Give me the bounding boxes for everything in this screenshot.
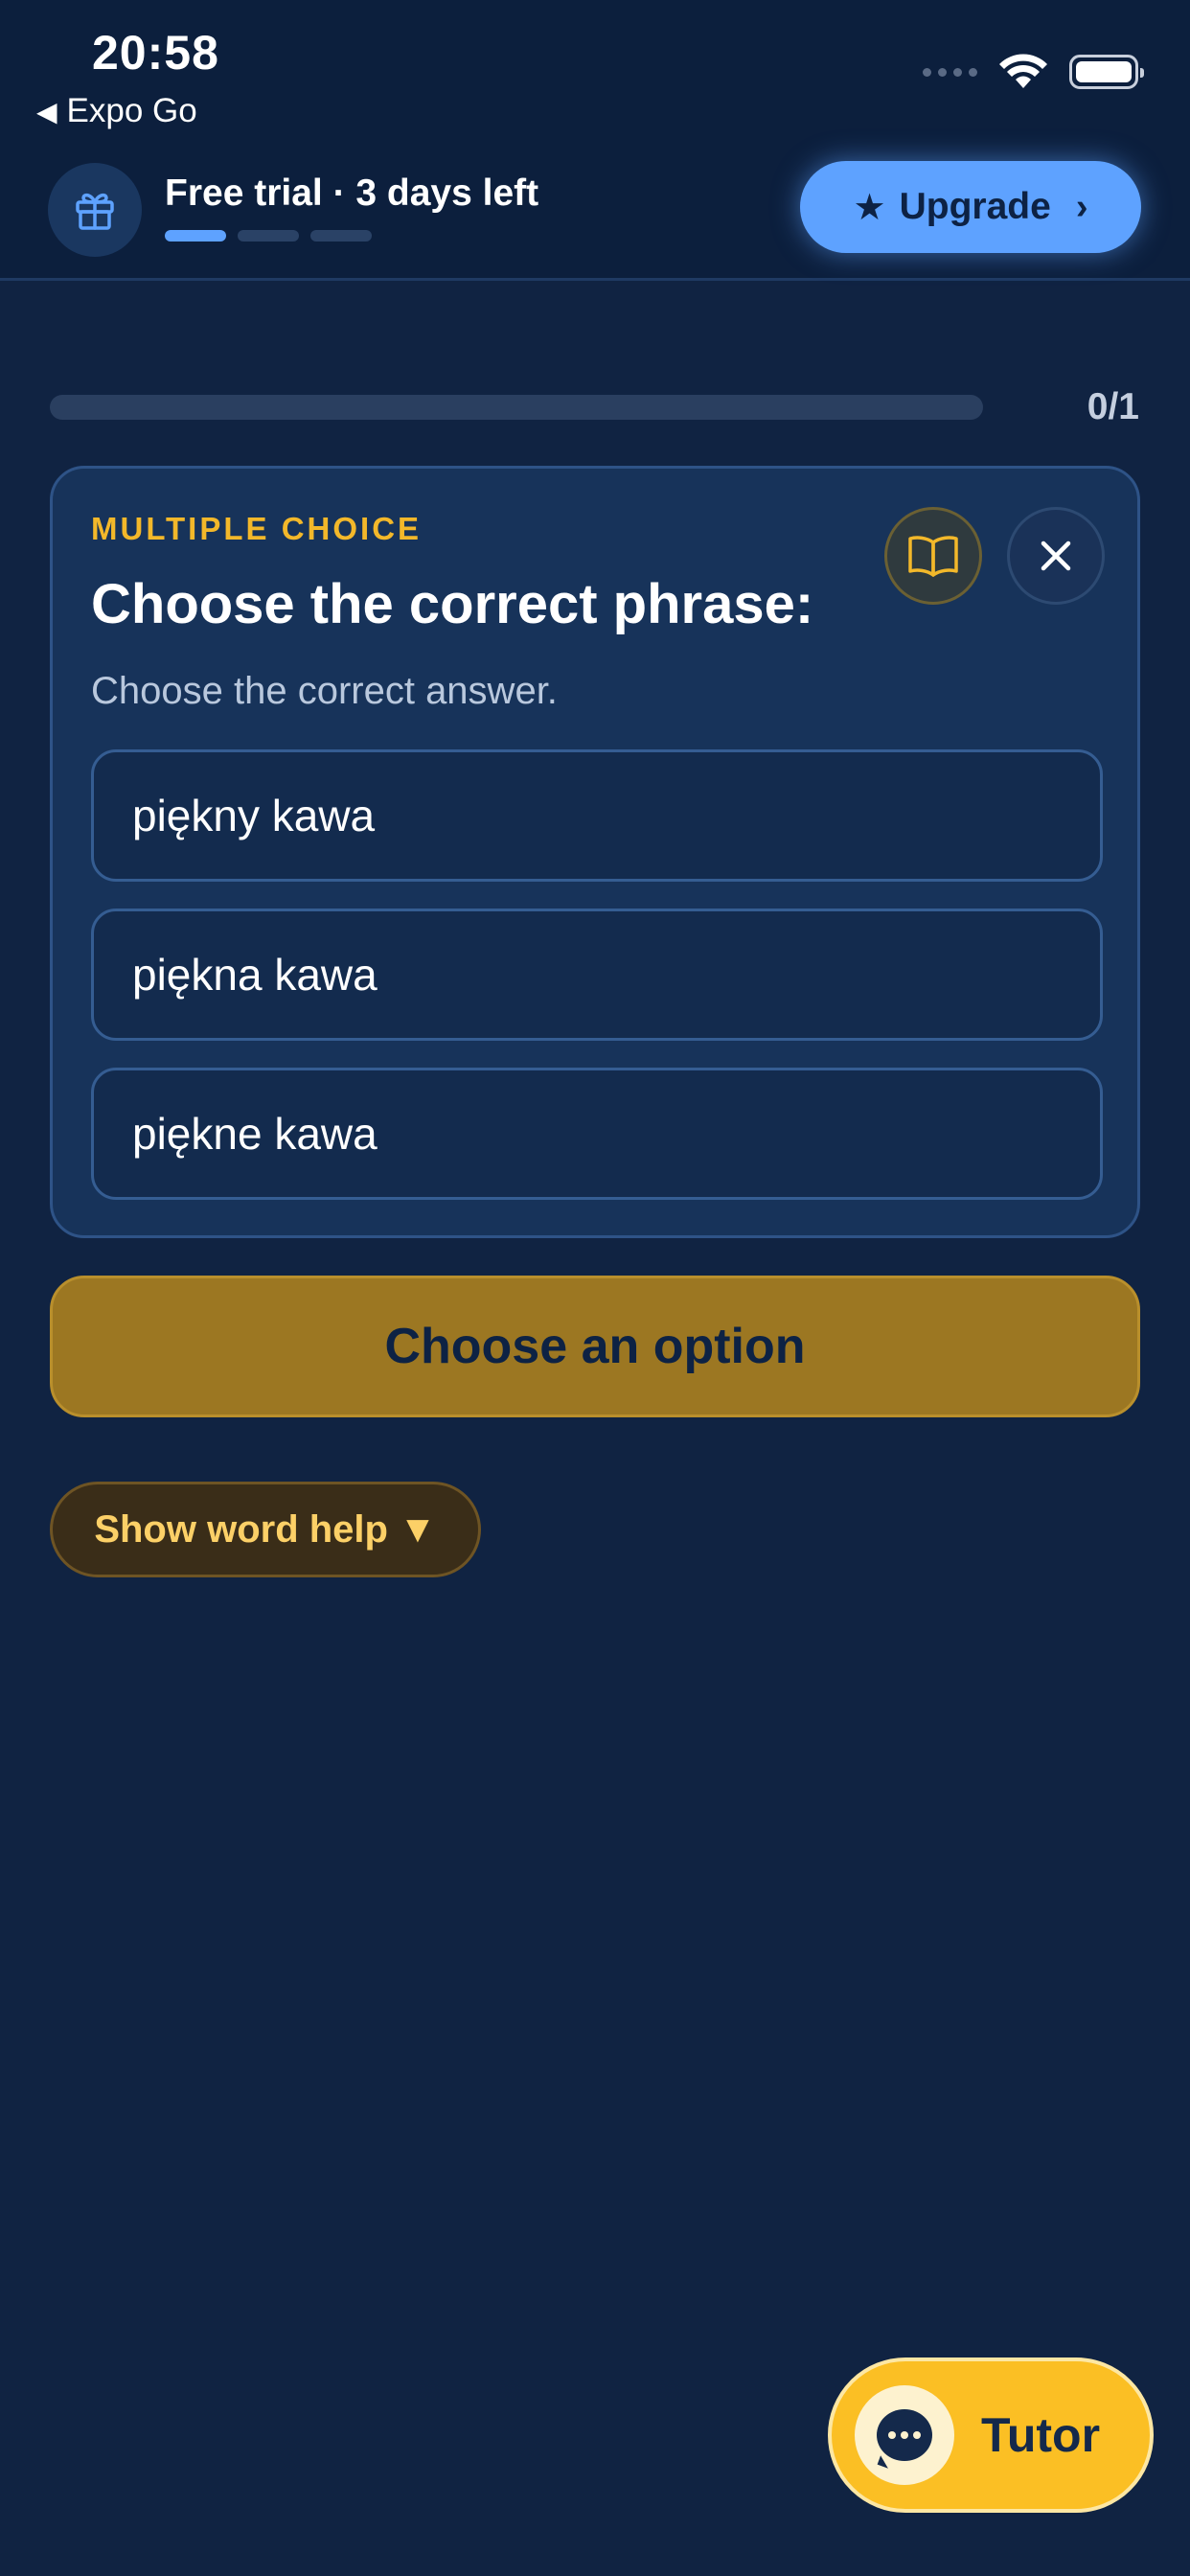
signal-dots-icon (923, 67, 977, 77)
free-trial-text: Free trial · 3 days left (165, 172, 539, 214)
answer-option[interactable]: piękny kawa (91, 749, 1103, 882)
trial-progress-steps (165, 230, 372, 242)
tutor-label: Tutor (981, 2408, 1101, 2462)
chevron-right-icon: › (1075, 186, 1088, 227)
trial-step-1 (165, 230, 226, 242)
wifi-icon (999, 54, 1047, 88)
chat-bubble-icon (855, 2385, 954, 2485)
close-question-button[interactable] (1007, 507, 1105, 605)
trial-step-3 (310, 230, 372, 242)
status-icons (923, 54, 1144, 90)
back-triangle-icon: ◀ (36, 96, 57, 126)
gift-icon (48, 163, 142, 257)
back-link-label: Expo Go (66, 92, 197, 129)
question-type-label: MULTIPLE CHOICE (91, 511, 423, 546)
upgrade-label: Upgrade (899, 186, 1051, 227)
open-book-icon (908, 536, 958, 577)
upgrade-button[interactable]: ★ Upgrade › (800, 161, 1141, 253)
grammar-book-button[interactable] (884, 507, 982, 605)
answer-option[interactable]: piękne kawa (91, 1068, 1103, 1200)
choose-option-button[interactable]: Choose an option (50, 1276, 1140, 1417)
question-instructions: Choose the correct answer. (91, 670, 558, 712)
trial-step-2 (238, 230, 299, 242)
show-word-help-button[interactable]: Show word help ▼ (50, 1482, 481, 1577)
close-icon (1041, 540, 1071, 571)
top-bar: 20:58 ◀ Expo Go Free trial · 3 days left (0, 0, 1190, 281)
answer-option[interactable]: piękna kawa (91, 908, 1103, 1041)
question-card: MULTIPLE CHOICE Choose the correct phras… (50, 466, 1140, 1238)
tutor-button[interactable]: Tutor (828, 2358, 1154, 2513)
question-title: Choose the correct phrase: (91, 573, 814, 635)
status-time: 20:58 (92, 26, 219, 80)
back-to-expo-link[interactable]: ◀ Expo Go (36, 92, 197, 130)
lesson-progress-count: 0/1 (1087, 386, 1139, 427)
star-icon: ★ (853, 187, 886, 228)
lesson-progress-bar (50, 395, 983, 420)
battery-icon (1069, 55, 1144, 89)
